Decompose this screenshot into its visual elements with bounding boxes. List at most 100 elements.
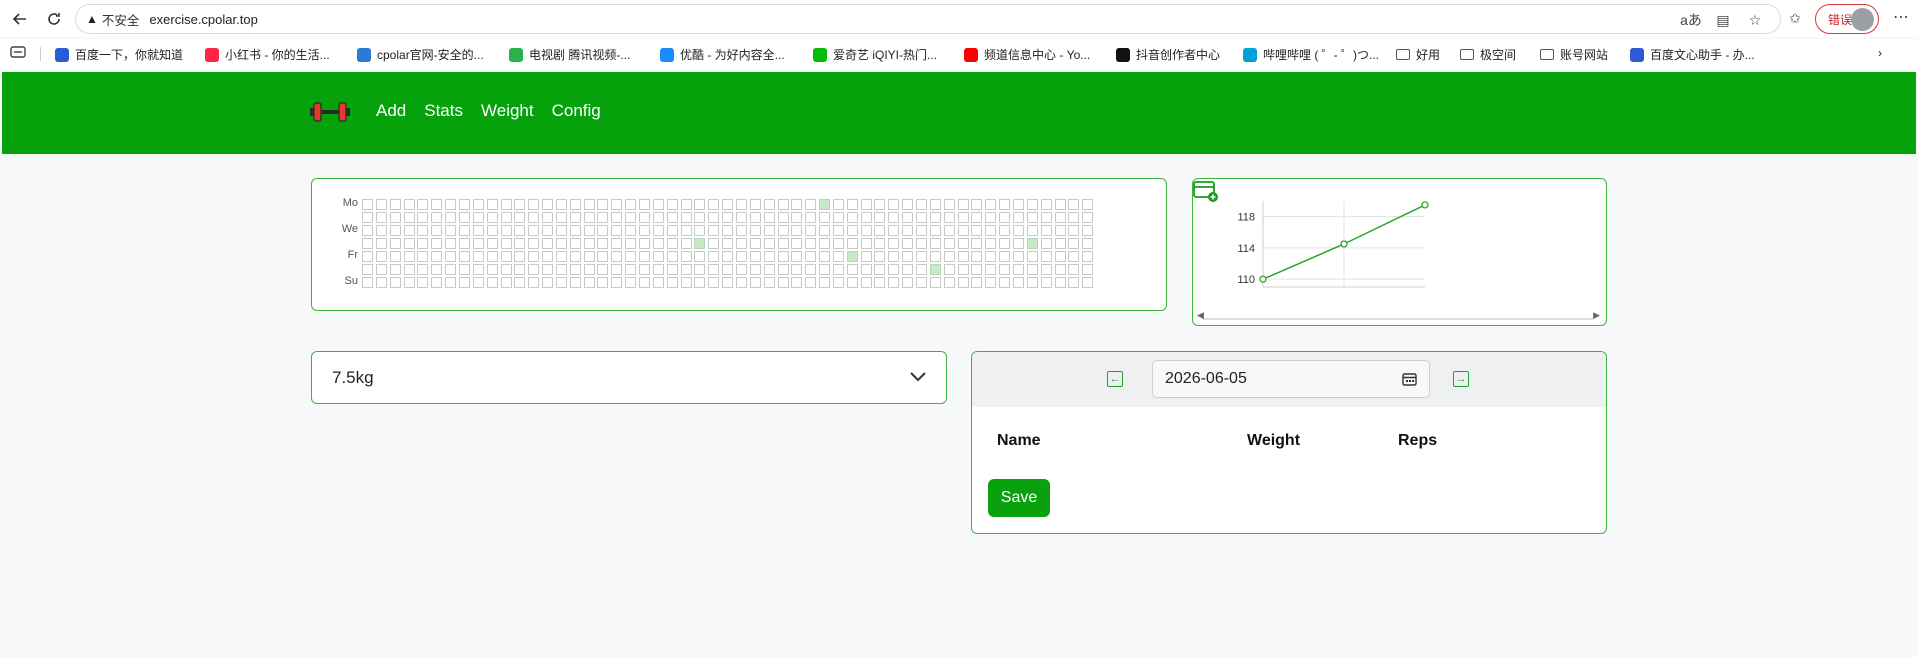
heatmap-cell[interactable] [472,199,484,210]
heatmap-cell[interactable] [417,225,429,236]
heatmap-cell[interactable] [749,277,761,288]
heatmap-cell[interactable] [500,264,512,275]
heatmap-cell[interactable] [749,212,761,223]
heatmap-cell[interactable] [597,251,609,262]
heatmap-cell[interactable] [1054,199,1066,210]
heatmap-cell[interactable] [445,225,457,236]
heatmap-cell[interactable] [431,212,443,223]
heatmap-cell[interactable] [431,225,443,236]
heatmap-cell[interactable] [417,212,429,223]
heatmap-cell[interactable] [763,212,775,223]
bookmark-item[interactable]: 抖音创作者中心 [1116,46,1220,63]
heatmap-cell[interactable] [1040,212,1052,223]
favorite-star-icon[interactable]: ☆ [1744,9,1766,31]
heatmap-cell[interactable] [819,277,831,288]
heatmap-cell[interactable] [1026,199,1038,210]
heatmap-cell[interactable] [874,225,886,236]
heatmap-cell[interactable] [652,238,664,249]
heatmap-cell[interactable] [846,212,858,223]
heatmap-cell[interactable] [888,251,900,262]
heatmap-cell[interactable] [528,251,540,262]
heatmap-cell[interactable] [514,251,526,262]
heatmap-cell[interactable] [971,251,983,262]
heatmap-cell[interactable] [971,264,983,275]
heatmap-cell[interactable] [985,251,997,262]
heatmap-cell[interactable] [555,264,567,275]
heatmap-cell[interactable] [528,238,540,249]
heatmap-cell[interactable] [819,212,831,223]
heatmap-cell[interactable] [902,277,914,288]
heatmap-cell[interactable] [375,277,387,288]
heatmap-cell[interactable] [999,277,1011,288]
nav-weight[interactable]: Weight [481,101,534,121]
heatmap-cell[interactable] [583,212,595,223]
heatmap-cell[interactable] [500,225,512,236]
heatmap-cell[interactable] [791,199,803,210]
heatmap-cell[interactable] [819,199,831,210]
heatmap-cell[interactable] [1082,251,1094,262]
heatmap-cell[interactable] [500,251,512,262]
bookmark-item[interactable]: 极空间 [1460,46,1516,63]
heatmap-cell[interactable] [1026,212,1038,223]
heatmap-cell[interactable] [611,212,623,223]
heatmap-cell[interactable] [832,199,844,210]
heatmap-cell[interactable] [528,199,540,210]
heatmap-cell[interactable] [486,199,498,210]
heatmap-cell[interactable] [735,199,747,210]
heatmap-cell[interactable] [680,199,692,210]
heatmap-cell[interactable] [445,212,457,223]
heatmap-cell[interactable] [805,225,817,236]
heatmap-cell[interactable] [777,251,789,262]
heatmap-cell[interactable] [569,212,581,223]
heatmap-cell[interactable] [362,199,373,210]
heatmap-cell[interactable] [625,199,637,210]
heatmap-cell[interactable] [403,251,415,262]
heatmap-cell[interactable] [569,225,581,236]
heatmap-cell[interactable] [639,199,650,210]
heatmap-cell[interactable] [569,251,581,262]
dumbbell-logo-icon[interactable] [310,100,350,124]
heatmap-cell[interactable] [874,277,886,288]
heatmap-cell[interactable] [542,238,554,249]
nav-stats[interactable]: Stats [424,101,463,121]
translate-icon[interactable]: aあ [1680,9,1702,31]
heatmap-cell[interactable] [819,225,831,236]
heatmap-cell[interactable] [569,199,581,210]
heatmap-cell[interactable] [652,225,664,236]
heatmap-cell[interactable] [971,199,983,210]
heatmap-cell[interactable] [722,199,734,210]
heatmap-cell[interactable] [389,251,401,262]
heatmap-cell[interactable] [832,212,844,223]
heatmap-cell[interactable] [1054,225,1066,236]
heatmap-cell[interactable] [389,212,401,223]
heatmap-cell[interactable] [583,199,595,210]
heatmap-cell[interactable] [971,277,983,288]
heatmap-cell[interactable] [999,225,1011,236]
bookmark-item[interactable]: 账号网站 [1540,46,1608,63]
heatmap-cell[interactable] [902,238,914,249]
heatmap-cell[interactable] [597,238,609,249]
heatmap-cell[interactable] [777,225,789,236]
heatmap-cell[interactable] [542,264,554,275]
heatmap-cell[interactable] [1068,264,1080,275]
heatmap-cell[interactable] [528,277,540,288]
heatmap-cell[interactable] [929,238,941,249]
bookmark-item[interactable]: 百度一下，你就知道 [55,46,183,63]
heatmap-cell[interactable] [888,264,900,275]
heatmap-cell[interactable] [763,199,775,210]
heatmap-cell[interactable] [722,212,734,223]
heatmap-cell[interactable] [472,277,484,288]
heatmap-cell[interactable] [916,277,927,288]
heatmap-cell[interactable] [362,212,373,223]
heatmap-cell[interactable] [1068,251,1080,262]
weight-select[interactable]: 7.5kg [311,351,947,404]
heatmap-cell[interactable] [514,212,526,223]
add-weight-icon[interactable] [1193,179,1219,203]
back-arrow-icon[interactable] [8,7,32,31]
heatmap-cell[interactable] [929,264,941,275]
heatmap-cell[interactable] [639,238,650,249]
heatmap-cell[interactable] [957,212,969,223]
heatmap-cell[interactable] [999,212,1011,223]
heatmap-cell[interactable] [929,251,941,262]
heatmap-cell[interactable] [694,212,706,223]
